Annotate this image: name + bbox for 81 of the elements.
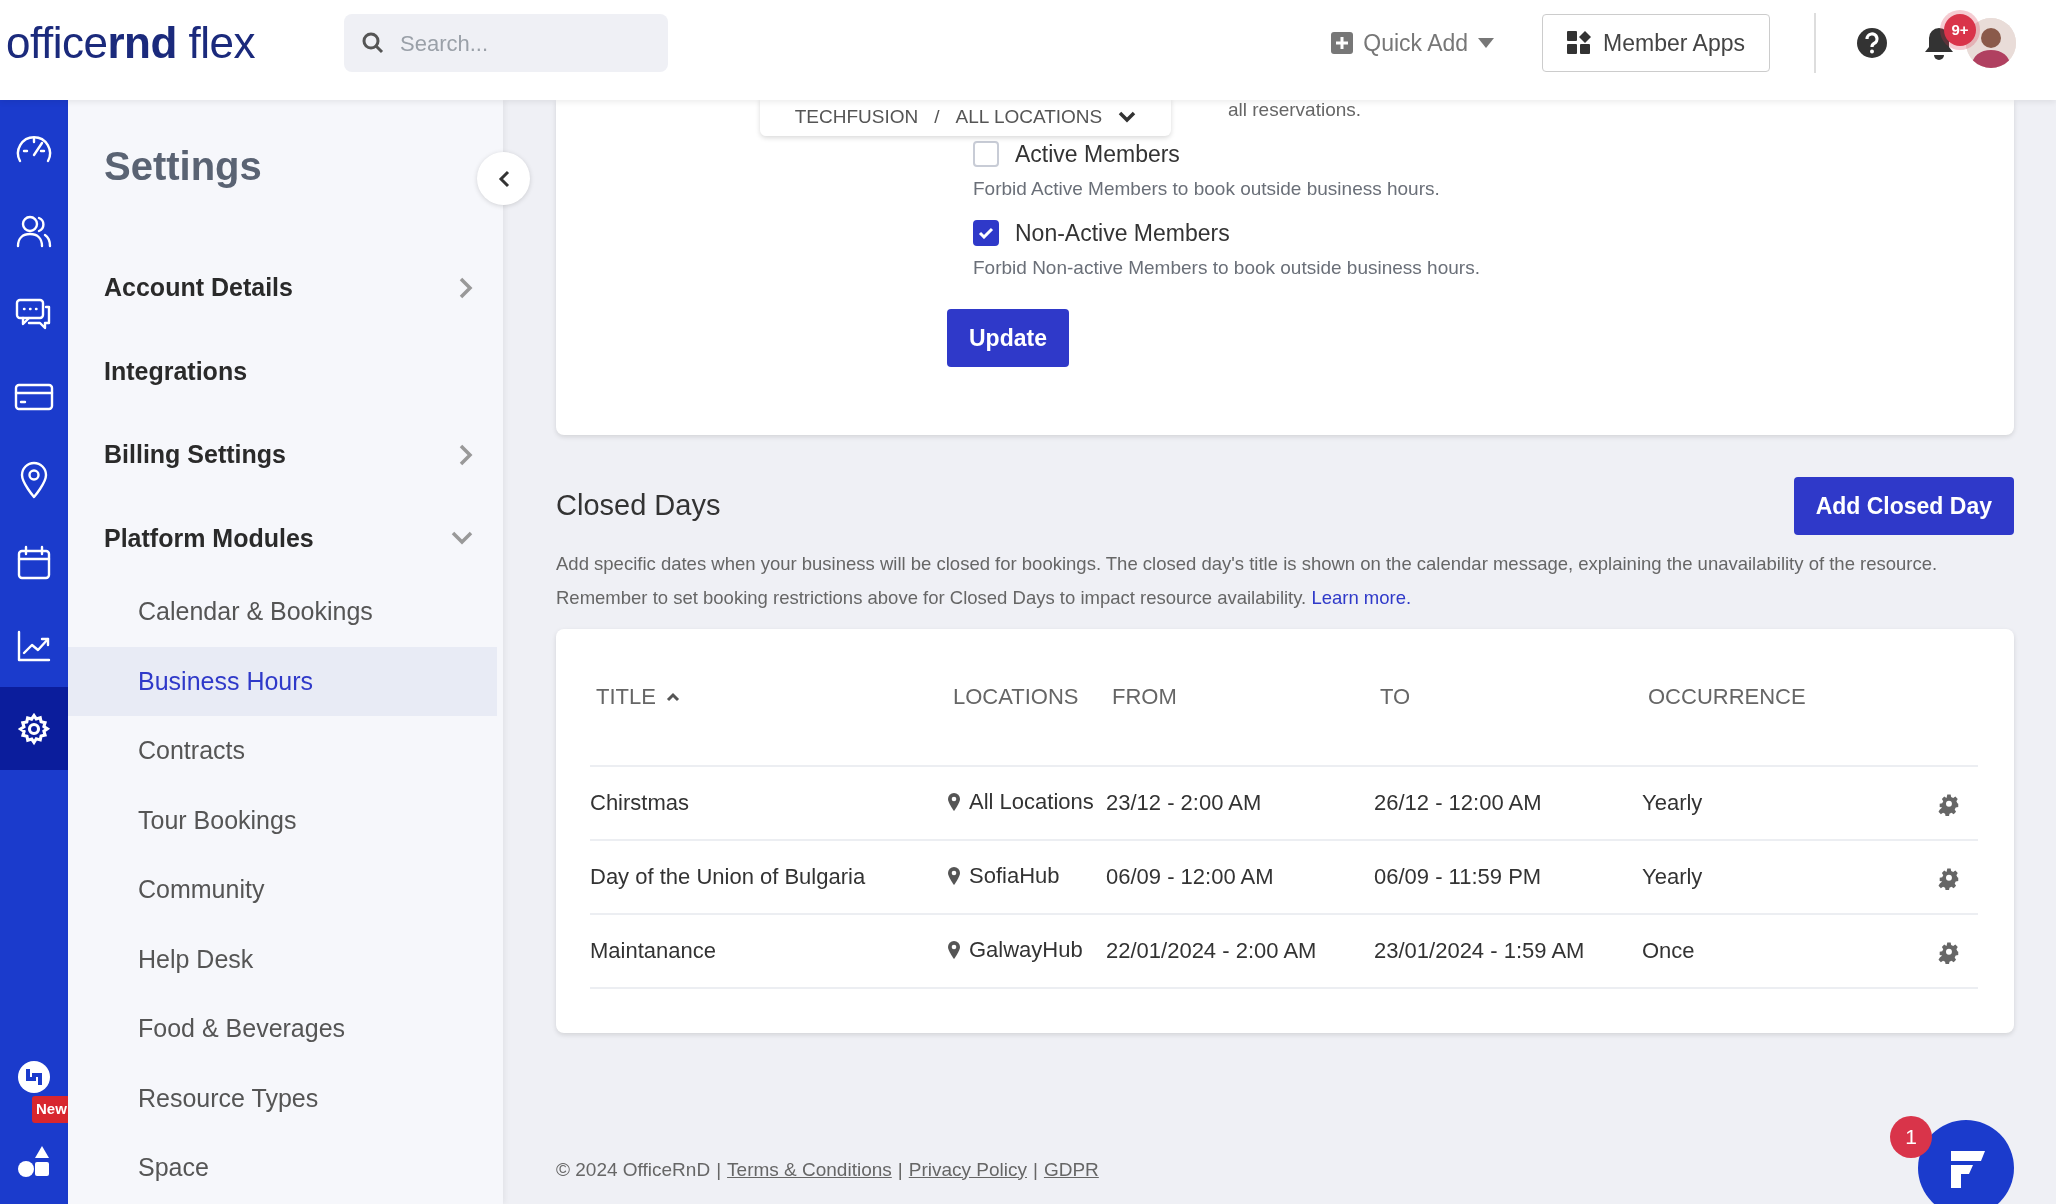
sidebar-subitem[interactable]: Help Desk [68, 924, 497, 994]
table-cell: 26/12 - 12:00 AM [1374, 790, 1542, 816]
column-header[interactable]: OCCURRENCE [1648, 680, 1806, 714]
bell-icon[interactable] [1924, 26, 1954, 60]
table-cell: 23/01/2024 - 1:59 AM [1374, 938, 1585, 964]
quick-add-button[interactable]: Quick Add [1325, 24, 1501, 62]
table-cell: Yearly [1642, 864, 1703, 890]
table-cell: Chirstmas [590, 790, 689, 816]
footer-link[interactable]: Privacy Policy [908, 1155, 1027, 1184]
table-cell: 06/09 - 12:00 AM [1106, 864, 1274, 890]
settings-icon[interactable] [0, 687, 68, 770]
table-cell: Yearly [1642, 790, 1703, 816]
logo: officernd flex [6, 17, 256, 69]
sidebar-subitem[interactable]: Tour Bookings [68, 785, 497, 855]
location-selector[interactable]: TECHFUSION / ALL LOCATIONS [760, 98, 1171, 136]
page-title: Settings [104, 143, 263, 190]
learn-more-link[interactable]: Learn more. [1311, 586, 1412, 608]
table-cell: 06/09 - 11:59 PM [1374, 864, 1542, 890]
map-pin-icon [947, 939, 961, 960]
table-cell: Day of the Union of Bulgaria [590, 864, 866, 890]
table-cell-text: SofiaHub [969, 862, 1060, 891]
sidebar-subitem[interactable]: Business Hours [68, 646, 497, 716]
hint-text: Forbid Active Members to book outside business hours. [973, 177, 1441, 202]
description-text: Add specific dates when your business will be closed for bookings. The closed day's title is shown on the calendar message, explaining the unavailability of the resource. Remember to set booking restrictions above for Closed Days to impact resource availability. Learn more. [556, 551, 1939, 610]
search-icon [362, 32, 384, 54]
footer-link[interactable]: Terms & Conditions [727, 1155, 892, 1184]
sidebar-subitem[interactable]: Space [68, 1133, 497, 1203]
search-field[interactable]: Search... [344, 14, 668, 72]
notification-badge: 1 [1890, 1116, 1932, 1158]
column-header[interactable]: TO [1380, 680, 1411, 714]
sidebar-subitem[interactable]: Calendar & Bookings [68, 577, 497, 647]
circle-logo-icon[interactable] [17, 1059, 51, 1094]
plus-icon [1331, 32, 1354, 54]
table-cell: Maintanance [590, 938, 716, 964]
map-pin-icon [947, 865, 961, 886]
table-cell-text: All Locations [969, 788, 1094, 817]
search-input[interactable]: Search... [398, 25, 618, 61]
update-button[interactable]: Update [947, 308, 1069, 367]
help-icon[interactable] [1856, 27, 1888, 59]
hint-text: Forbid Non-active Members to book outside business hours. [973, 256, 1481, 281]
collapse-button[interactable] [477, 152, 530, 205]
check-icon [978, 227, 994, 240]
column-header[interactable]: TITLE [596, 680, 680, 714]
new-badge: New [32, 1096, 71, 1123]
settings-icon[interactable] [1938, 867, 1961, 890]
table-cell: Once [1642, 938, 1695, 964]
column-header[interactable]: FROM [1112, 680, 1177, 714]
settings-icon[interactable] [1938, 793, 1961, 816]
chevron-icon [1118, 111, 1137, 123]
member-apps-button[interactable]: Member Apps [1542, 14, 1770, 72]
apps-grid-icon [1567, 31, 1592, 55]
shapes-icon[interactable] [17, 1144, 51, 1178]
description-text: all reservations. [1228, 100, 1363, 121]
settings-icon[interactable] [1938, 941, 1961, 964]
table-cell: 23/12 - 2:00 AM [1106, 790, 1262, 816]
notification-badge: 9+ [1944, 14, 1976, 46]
caret-icon [1478, 38, 1495, 48]
separator-text: | [1033, 1157, 1038, 1182]
sidebar-subitem[interactable]: Food & Beverages [68, 994, 497, 1064]
footer-link[interactable]: GDPR [1043, 1155, 1099, 1184]
checkbox-label: Active Members [1015, 139, 1180, 169]
checkbox[interactable] [973, 220, 999, 247]
table-cell-text: GalwayHub [969, 936, 1083, 965]
chevron-icon [496, 169, 511, 188]
map-pin-icon [947, 791, 961, 812]
sidebar-subitem[interactable]: Community [68, 855, 497, 925]
sidebar-subitem[interactable]: Resource Types [68, 1063, 497, 1133]
column-header[interactable]: LOCATIONS [953, 680, 1079, 714]
sidebar-item[interactable]: Integrations [68, 329, 503, 413]
sidebar-item[interactable]: Account Details [68, 246, 503, 330]
sidebar-subitem[interactable]: Contracts [68, 716, 497, 786]
table-cell: 22/01/2024 - 2:00 AM [1106, 938, 1317, 964]
separator-text: | [897, 1157, 903, 1182]
avatar[interactable] [1966, 18, 2016, 68]
separator-text: | [716, 1157, 722, 1182]
sidebar-item[interactable]: Platform Modules [68, 496, 503, 580]
add-closed-day-button[interactable]: Add Closed Day [1793, 476, 2014, 535]
sidebar-item[interactable]: Billing Settings [68, 413, 503, 497]
copyright-text: © 2024 OfficeRnD [556, 1157, 711, 1182]
checkbox-label: Non-Active Members [1015, 218, 1230, 248]
section-title: Closed Days [556, 488, 721, 524]
